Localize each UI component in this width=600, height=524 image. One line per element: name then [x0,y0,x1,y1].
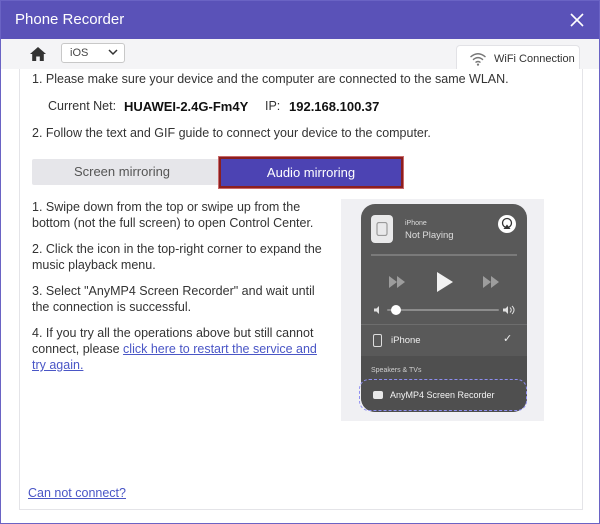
progress-track [371,254,517,256]
appletv-icon [373,391,383,399]
play-icon [437,272,453,292]
volume-low-icon [374,306,379,314]
tab-screen-mirroring[interactable]: Screen mirroring [32,159,212,185]
wifi-icon [470,53,486,66]
ip-label: IP: [265,99,281,113]
divider [361,324,527,325]
close-icon[interactable] [567,10,587,30]
instruction-step-1: 1. Please make sure your device and the … [32,72,509,86]
os-select[interactable]: iOS [61,43,125,63]
audio-step-3: 3. Select "AnyMP4 Screen Recorder" and w… [32,284,315,314]
rewind-icon [389,276,405,288]
phone-icon [376,222,388,236]
phone-icon [373,334,382,347]
audio-step-4: 4. If you try all the operations above b… [32,325,322,373]
forward-icon [483,276,499,288]
title-bar: Phone Recorder [1,1,599,39]
home-icon[interactable] [29,46,47,62]
os-select-value: iOS [70,47,89,59]
device-row-iphone: iPhone [391,335,421,346]
volume-slider [374,305,515,315]
now-playing-status: Not Playing [405,230,454,241]
album-art [371,215,393,243]
playback-controls [389,272,499,292]
cannot-connect-link[interactable]: Can not connect? [28,486,126,500]
ip-value: 192.168.100.37 [289,99,380,114]
now-playing-device: iPhone [405,220,427,227]
instruction-step-2: 2. Follow the text and GIF guide to conn… [32,126,431,140]
volume-high-icon [503,306,508,314]
speakers-header: Speakers & TVs [371,367,422,374]
phone-recorder-window: Phone Recorder iOS WiFi Connection 1. Pl… [0,0,600,524]
wifi-tab-label: WiFi Connection [494,53,575,65]
audio-steps: 1. Swipe down from the top or swipe up f… [32,199,322,383]
checkmark-icon: ✓ [503,333,513,345]
tab-wifi-connection[interactable]: WiFi Connection [456,45,580,71]
audio-step-2: 2. Click the icon in the top-right corne… [32,242,322,272]
current-net-value: HUAWEI-2.4G-Fm4Y [124,99,249,114]
tab-audio-mirroring[interactable]: Audio mirroring [219,157,403,188]
current-net-label: Current Net: [48,99,117,113]
receiver-anymp4: AnyMP4 Screen Recorder [390,390,495,400]
airplay-icon [498,215,516,233]
audio-step-1: 1. Swipe down from the top or swipe up f… [32,200,314,230]
chevron-down-icon [108,49,118,56]
window-title: Phone Recorder [15,11,125,28]
